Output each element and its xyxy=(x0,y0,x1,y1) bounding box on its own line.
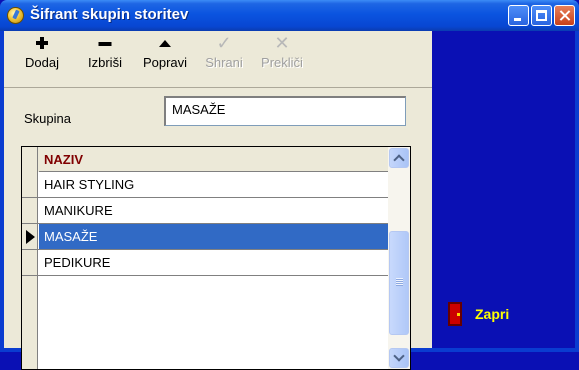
current-row-pointer-icon xyxy=(26,230,35,244)
grid-header: NAZIV xyxy=(22,147,388,172)
scroll-thumb[interactable] xyxy=(389,231,409,335)
save-button-label: Shrani xyxy=(205,55,243,70)
x-icon: ✕ xyxy=(274,33,290,53)
row-selector-filler xyxy=(22,276,38,369)
side-panel: Zapri xyxy=(432,31,575,348)
triangle-up-icon xyxy=(159,40,171,47)
cancel-button-label: Prekliči xyxy=(261,55,303,70)
plus-icon xyxy=(36,37,48,49)
form-panel: Dodaj Izbriši Popravi ✓ Shrani ✕ Preklič… xyxy=(4,31,432,370)
add-button-label: Dodaj xyxy=(25,55,59,70)
scroll-up-button[interactable] xyxy=(389,148,409,168)
toolbar: Dodaj Izbriši Popravi ✓ Shrani ✕ Preklič… xyxy=(4,31,432,88)
delete-button-label: Izbriši xyxy=(88,55,122,70)
add-button[interactable]: Dodaj xyxy=(22,33,62,83)
checkmark-icon: ✓ xyxy=(216,33,232,53)
app-icon xyxy=(7,7,24,24)
row-selector-header xyxy=(22,147,38,172)
row-cell[interactable]: MANIKURE xyxy=(39,198,388,223)
table-row[interactable]: HAIR STYLING xyxy=(22,172,388,198)
row-cell[interactable]: PEDIKURE xyxy=(39,250,388,275)
delete-button[interactable]: Izbriši xyxy=(83,33,127,83)
row-selector[interactable] xyxy=(22,224,38,249)
row-selector[interactable] xyxy=(22,172,38,197)
door-icon xyxy=(448,302,462,326)
window: Šifrant skupin storitev Dodaj Izbriši Po… xyxy=(0,0,579,370)
close-form-label: Zapri xyxy=(475,306,510,322)
skupina-label: Skupina xyxy=(24,111,71,126)
table-row[interactable]: MANIKURE xyxy=(22,198,388,224)
edit-button-label: Popravi xyxy=(142,55,188,70)
data-grid[interactable]: NAZIV HAIR STYLING MANIKURE MASAŽE PEDIK… xyxy=(21,146,411,370)
window-frame-right xyxy=(575,31,579,352)
grip-icon xyxy=(396,278,403,286)
scroll-down-button[interactable] xyxy=(389,348,409,368)
window-title: Šifrant skupin storitev xyxy=(30,6,189,23)
row-cell[interactable]: HAIR STYLING xyxy=(39,172,388,197)
row-selector[interactable] xyxy=(22,250,38,275)
cancel-button[interactable]: ✕ Prekliči xyxy=(256,33,308,83)
minus-icon xyxy=(98,42,112,46)
skupina-input[interactable]: MASAŽE xyxy=(164,96,406,126)
vertical-scrollbar[interactable] xyxy=(388,147,410,369)
table-row[interactable]: PEDIKURE xyxy=(22,250,388,276)
edit-button[interactable]: Popravi xyxy=(139,33,191,83)
column-header-naziv[interactable]: NAZIV xyxy=(39,147,388,172)
row-cell[interactable]: MASAŽE xyxy=(39,224,388,249)
title-bar[interactable]: Šifrant skupin storitev xyxy=(0,0,579,31)
row-selector[interactable] xyxy=(22,198,38,223)
close-window-button[interactable] xyxy=(554,5,575,26)
table-row-selected[interactable]: MASAŽE xyxy=(22,224,388,250)
maximize-button[interactable] xyxy=(531,5,552,26)
save-button[interactable]: ✓ Shrani xyxy=(202,33,246,83)
close-form-button[interactable]: Zapri xyxy=(442,296,562,336)
minimize-button[interactable] xyxy=(508,5,529,26)
